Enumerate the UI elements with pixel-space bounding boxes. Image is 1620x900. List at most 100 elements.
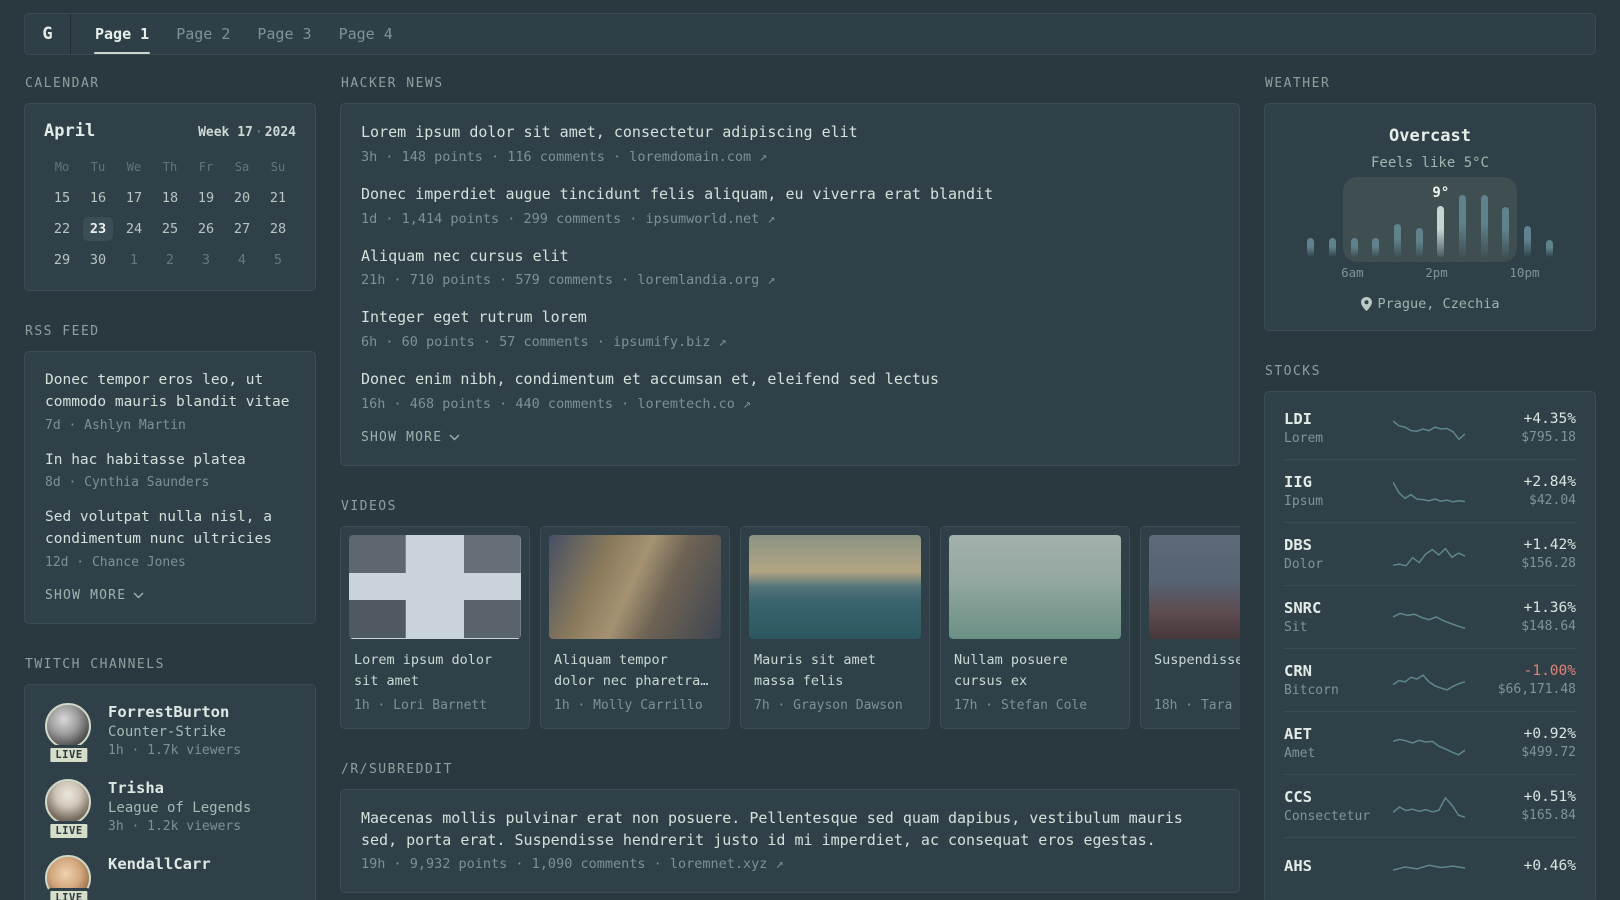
calendar-day[interactable]: 28	[260, 217, 296, 241]
twitch-channel-name[interactable]: KendallCarr	[108, 855, 211, 873]
stock-row[interactable]: AET Amet +0.92% $499.72	[1284, 711, 1576, 774]
stock-row[interactable]: LDI Lorem +4.35% $795.18	[1284, 397, 1576, 459]
page-tab[interactable]: Page 3	[256, 14, 312, 54]
chevron-down-icon	[449, 434, 460, 441]
hackernews-item-link[interactable]: loremdomain.com ↗	[629, 149, 767, 165]
video-card[interactable]: Nullam posuere cursus ex 17h · Stefan Co…	[940, 525, 1130, 729]
video-card[interactable]: Suspendisse diam 18h · Tara	[1140, 525, 1240, 729]
hackernews-item-stats: 6h · 60 points · 57 comments ·	[361, 334, 605, 350]
rss-card: Donec tempor eros leo, ut commodo mauris…	[24, 351, 316, 624]
show-more-button[interactable]: SHOW MORE	[45, 588, 144, 603]
hackernews-item-link[interactable]: loremtech.co ↗	[637, 396, 751, 412]
stocks-card: LDI Lorem +4.35% $795.18 IIG Ipsum +2.84…	[1264, 391, 1596, 900]
stock-row[interactable]: CCS Consectetur +0.51% $165.84	[1284, 774, 1576, 837]
twitch-channel-name[interactable]: Trisha	[108, 779, 251, 797]
calendar-day[interactable]: 23	[83, 217, 113, 241]
hackernews-item-title[interactable]: Lorem ipsum dolor sit amet, consectetur …	[361, 122, 1219, 144]
weather-time-label	[1405, 265, 1426, 280]
weather-card: Overcast Feels like 5°C 9° 6am 2pm 10pm Pr…	[1264, 103, 1596, 331]
rss-item-meta: 7d · Ashlyn Martin	[45, 417, 186, 433]
calendar-day[interactable]: 17	[116, 186, 152, 210]
calendar-day[interactable]: 4	[224, 248, 260, 272]
twitch-channel[interactable]: LIVE Trisha League of Legends 3h · 1.2k …	[45, 778, 295, 841]
video-card[interactable]: Mauris sit amet massa felis 7h · Grayson…	[740, 525, 930, 729]
stock-change: +1.36%	[1523, 600, 1576, 616]
hackernews-item-title[interactable]: Integer eget rutrum lorem	[361, 307, 1219, 329]
app-logo[interactable]: G	[25, 14, 71, 54]
stock-price: $165.84	[1521, 808, 1576, 823]
calendar-day[interactable]: 2	[152, 248, 188, 272]
calendar-day[interactable]: 21	[260, 186, 296, 210]
twitch-channel[interactable]: LIVE ForrestBurton Counter-Strike 1h · 1…	[45, 702, 295, 765]
weather-bar	[1322, 195, 1344, 257]
calendar-weekday: Th	[162, 160, 178, 174]
calendar-day[interactable]: 3	[188, 248, 224, 272]
hackernews-item-title[interactable]: Maecenas mollis pulvinar erat non posuer…	[361, 808, 1219, 852]
hackernews-item-link[interactable]: loremlandia.org ↗	[637, 272, 775, 288]
hackernews-item-stats: 16h · 468 points · 440 comments ·	[361, 395, 630, 412]
calendar-day[interactable]: 27	[224, 217, 260, 241]
live-badge: LIVE	[47, 887, 91, 900]
weather-feels-like: Feels like 5°C	[1370, 155, 1489, 171]
hackernews-item-link[interactable]: ipsumworld.net ↗	[645, 211, 775, 227]
calendar-day[interactable]: 16	[80, 186, 116, 210]
hackernews-item-title[interactable]: Aliquam nec cursus elit	[361, 246, 1219, 268]
calendar-header: April Week 17 · 2024	[44, 121, 296, 141]
video-title: Suspendisse diam	[1154, 651, 1240, 668]
calendar-day[interactable]: 18	[152, 186, 188, 210]
twitch-game[interactable]: League of Legends	[108, 800, 251, 816]
stock-row[interactable]: DBS Dolor +1.42% $156.28	[1284, 522, 1576, 585]
stock-row[interactable]: CRN Bitcorn -1.00% $66,171.48	[1284, 648, 1576, 711]
calendar-day[interactable]: 1	[116, 248, 152, 272]
hackernews-item: Aliquam nec cursus elit 21h · 710 points…	[361, 246, 1219, 289]
calendar-day[interactable]: 24	[116, 217, 152, 241]
twitch-channel[interactable]: LIVE KendallCarr	[45, 854, 295, 900]
calendar-day[interactable]: 15	[44, 186, 80, 210]
calendar-day[interactable]: 29	[44, 248, 80, 272]
page-tab[interactable]: Page 1	[94, 14, 151, 54]
section-title-calendar: CALENDAR	[25, 76, 100, 91]
hackernews-widget: HACKER NEWS Lorem ipsum dolor sit amet, …	[340, 76, 1240, 466]
rss-item-title[interactable]: Donec tempor eros leo, ut commodo mauris…	[45, 370, 295, 414]
video-card[interactable]: Lorem ipsum dolor sit amet consectetu… 1…	[340, 525, 530, 729]
stock-sparkline	[1378, 851, 1480, 883]
calendar-day[interactable]: 22	[44, 217, 80, 241]
hackernews-item-link[interactable]: loremnet.xyz ↗	[670, 856, 784, 872]
calendar-day[interactable]: 26	[188, 217, 224, 241]
twitch-game[interactable]: Counter-Strike	[108, 724, 241, 740]
stock-row[interactable]: SNRC Sit +1.36% $148.64	[1284, 585, 1576, 648]
calendar-week-info: Week 17 · 2024	[198, 125, 296, 140]
hackernews-item-title[interactable]: Donec imperdiet augue tincidunt felis al…	[361, 184, 1219, 206]
calendar-day[interactable]: 30	[80, 248, 116, 272]
page-tab[interactable]: Page 4	[338, 14, 394, 54]
calendar-day[interactable]: 5	[260, 248, 296, 272]
rss-item: In hac habitasse platea 8d · Cynthia Sau…	[45, 450, 295, 491]
stock-row[interactable]: AHS +0.46%	[1284, 837, 1576, 896]
calendar-day[interactable]: 25	[152, 217, 188, 241]
hackernews-item-title[interactable]: Donec enim nibh, condimentum et accumsan…	[361, 369, 1219, 391]
section-title-videos: VIDEOS	[341, 498, 397, 514]
video-card[interactable]: Aliquam tempor dolor nec pharetra… 1h · …	[540, 525, 730, 729]
subreddit-widget: /R/SUBREDDIT Maecenas mollis pulvinar er…	[340, 762, 1240, 894]
video-title: Aliquam tempor dolor nec pharetra…	[554, 651, 709, 689]
calendar-day[interactable]: 19	[188, 186, 224, 210]
stock-name: Sit	[1284, 620, 1308, 635]
subreddit-post: Maecenas mollis pulvinar erat non posuer…	[361, 808, 1219, 873]
stock-change: +1.42%	[1523, 537, 1576, 553]
hackernews-item-link[interactable]: ipsumify.biz ↗	[613, 334, 727, 350]
twitch-channel-name[interactable]: ForrestBurton	[108, 703, 241, 721]
show-more-button[interactable]: SHOW MORE	[361, 430, 460, 445]
hackernews-item: Integer eget rutrum lorem 6h · 60 points…	[361, 307, 1219, 350]
stock-row[interactable]: IIG Ipsum +2.84% $42.04	[1284, 459, 1576, 522]
subreddit-card: Maecenas mollis pulvinar erat non posuer…	[340, 788, 1240, 894]
rss-item-title[interactable]: In hac habitasse platea	[45, 450, 295, 472]
section-title-subreddit: /R/SUBREDDIT	[341, 761, 453, 777]
hackernews-item-meta: 3h · 148 points · 116 comments · loremdo…	[361, 149, 1219, 165]
stock-sparkline	[1378, 538, 1480, 570]
page-tab[interactable]: Page 2	[175, 14, 231, 54]
rss-item-title[interactable]: Sed volutpat nulla nisl, a condimentum n…	[45, 507, 295, 551]
video-strip: Lorem ipsum dolor sit amet consectetu… 1…	[340, 525, 1240, 729]
weather-time-label: 10pm	[1509, 265, 1540, 280]
calendar-day[interactable]: 20	[224, 186, 260, 210]
hackernews-item: Donec imperdiet augue tincidunt felis al…	[361, 184, 1219, 227]
